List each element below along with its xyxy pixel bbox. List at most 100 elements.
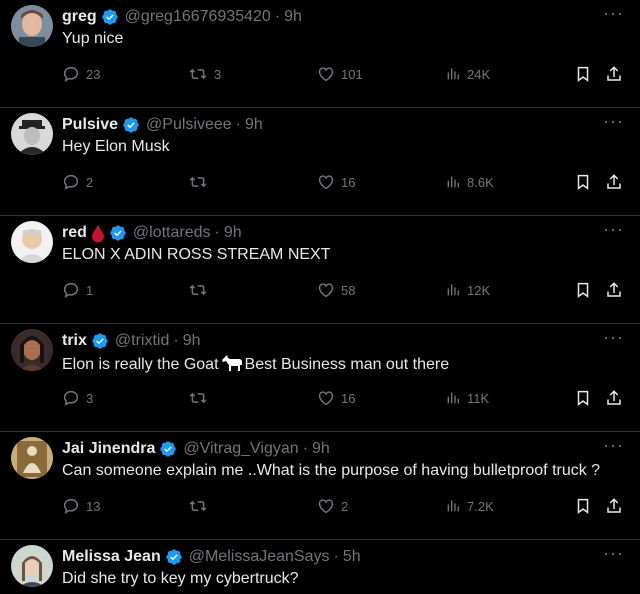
bookmark-icon bbox=[577, 282, 589, 298]
tweet[interactable]: red @lottareds · 9h ··· ELON X ADIN ROSS… bbox=[0, 216, 640, 324]
tweet-text: Yup nice bbox=[62, 30, 124, 47]
views-icon bbox=[447, 500, 459, 512]
tweet[interactable]: greg @greg16676935420 · 9h ··· Yup nice … bbox=[0, 0, 640, 108]
user-handle[interactable]: @trixtid bbox=[115, 332, 169, 350]
user-handle[interactable]: @Pulsiveee bbox=[146, 116, 232, 134]
blood-drop-icon bbox=[91, 224, 105, 242]
timestamp[interactable]: 9h bbox=[312, 440, 330, 458]
views-count: 8.6K bbox=[467, 174, 494, 190]
like-button[interactable]: 16 bbox=[317, 172, 355, 192]
verified-badge-icon bbox=[91, 332, 109, 350]
avatar[interactable] bbox=[11, 545, 53, 587]
more-icon[interactable]: ··· bbox=[603, 544, 624, 562]
views-count: 11K bbox=[467, 390, 490, 406]
tweet[interactable]: Melissa Jean @MelissaJeanSays · 5h ··· D… bbox=[0, 540, 640, 594]
retweet-icon bbox=[189, 500, 207, 512]
tweet-text: Did she try to key my cybertruck? bbox=[62, 570, 299, 587]
avatar[interactable] bbox=[11, 5, 53, 47]
retweet-button[interactable] bbox=[188, 280, 214, 300]
views-button[interactable]: 24K bbox=[445, 64, 490, 84]
share-button[interactable] bbox=[605, 280, 623, 300]
more-icon[interactable]: ··· bbox=[603, 436, 624, 454]
timestamp[interactable]: 9h bbox=[183, 332, 201, 350]
share-button[interactable] bbox=[605, 64, 623, 84]
tweet-text: ELON X ADIN ROSS STREAM NEXT bbox=[62, 246, 331, 263]
user-handle[interactable]: @greg16676935420 bbox=[125, 8, 271, 26]
timestamp[interactable]: 9h bbox=[284, 8, 302, 26]
timestamp[interactable]: 9h bbox=[245, 116, 263, 134]
share-button[interactable] bbox=[605, 496, 623, 516]
retweet-button[interactable] bbox=[188, 388, 214, 408]
share-button[interactable] bbox=[605, 388, 623, 408]
views-button[interactable]: 12K bbox=[445, 280, 490, 300]
reply-button[interactable]: 23 bbox=[62, 64, 100, 84]
reply-icon bbox=[63, 174, 79, 190]
share-icon bbox=[607, 282, 621, 297]
display-name[interactable]: red bbox=[62, 224, 87, 242]
reply-icon bbox=[63, 390, 79, 406]
tweet[interactable]: Pulsive @Pulsiveee · 9h ··· Hey Elon Mus… bbox=[0, 108, 640, 216]
retweet-count: 3 bbox=[214, 66, 222, 82]
tweet-header: greg @greg16676935420 · 9h bbox=[62, 6, 600, 28]
like-button[interactable]: 2 bbox=[317, 496, 348, 516]
separator: · bbox=[214, 224, 220, 241]
reply-button[interactable]: 3 bbox=[62, 388, 93, 408]
more-icon[interactable]: ··· bbox=[603, 220, 624, 238]
user-handle[interactable]: @lottareds bbox=[133, 224, 211, 242]
more-icon[interactable]: ··· bbox=[603, 112, 624, 130]
verified-badge-icon bbox=[101, 8, 119, 26]
display-name[interactable]: Pulsive bbox=[62, 116, 118, 134]
user-handle[interactable]: @MelissaJeanSays bbox=[189, 548, 330, 566]
views-button[interactable]: 8.6K bbox=[445, 172, 494, 192]
like-button[interactable]: 58 bbox=[317, 280, 355, 300]
views-button[interactable]: 7.2K bbox=[445, 496, 494, 516]
display-name[interactable]: Melissa Jean bbox=[62, 548, 161, 566]
retweet-button[interactable] bbox=[188, 496, 214, 516]
avatar[interactable] bbox=[11, 221, 53, 263]
views-button[interactable]: 11K bbox=[445, 388, 489, 408]
retweet-icon bbox=[189, 284, 207, 296]
avatar[interactable] bbox=[11, 437, 53, 479]
verified-badge-icon bbox=[122, 116, 140, 134]
avatar[interactable] bbox=[11, 113, 53, 155]
bookmark-button[interactable] bbox=[574, 64, 592, 84]
share-button[interactable] bbox=[605, 172, 623, 192]
display-name[interactable]: Jai Jinendra bbox=[62, 440, 155, 458]
like-button[interactable]: 16 bbox=[317, 388, 355, 408]
bookmark-button[interactable] bbox=[574, 280, 592, 300]
action-bar: 2 16 8.6K bbox=[62, 172, 628, 192]
timestamp[interactable]: 9h bbox=[224, 224, 242, 242]
reply-button[interactable]: 1 bbox=[62, 280, 93, 300]
more-icon[interactable]: ··· bbox=[603, 328, 624, 346]
retweet-button[interactable] bbox=[188, 172, 214, 192]
like-count: 16 bbox=[341, 390, 356, 406]
tweet-text: Elon is really the Goat Best Business man… bbox=[62, 354, 628, 377]
bookmark-icon bbox=[577, 498, 589, 514]
verified-badge-icon bbox=[159, 440, 177, 458]
views-icon bbox=[447, 176, 459, 188]
retweet-button[interactable]: 3 bbox=[188, 64, 221, 84]
like-button[interactable]: 101 bbox=[317, 64, 363, 84]
bookmark-icon bbox=[577, 390, 589, 406]
more-icon[interactable]: ··· bbox=[603, 4, 624, 22]
timestamp[interactable]: 5h bbox=[343, 548, 361, 566]
views-count: 12K bbox=[467, 282, 491, 298]
reply-icon bbox=[63, 282, 79, 298]
share-icon bbox=[607, 390, 621, 405]
bookmark-button[interactable] bbox=[574, 496, 592, 516]
display-name[interactable]: greg bbox=[62, 8, 97, 26]
reply-count: 13 bbox=[86, 498, 101, 514]
bookmark-button[interactable] bbox=[574, 388, 592, 408]
reply-button[interactable]: 13 bbox=[62, 496, 100, 516]
share-icon bbox=[607, 498, 621, 513]
bookmark-button[interactable] bbox=[574, 172, 592, 192]
like-count: 101 bbox=[341, 66, 363, 82]
tweet[interactable]: trix @trixtid · 9h ··· Elon is really th… bbox=[0, 324, 640, 432]
like-count: 58 bbox=[341, 282, 356, 298]
tweet[interactable]: Jai Jinendra @Vitrag_Vigyan · 9h ··· Can… bbox=[0, 432, 640, 540]
reply-button[interactable]: 2 bbox=[62, 172, 93, 192]
display-name[interactable]: trix bbox=[62, 332, 87, 350]
action-bar: 1 58 12K bbox=[62, 280, 628, 300]
user-handle[interactable]: @Vitrag_Vigyan bbox=[183, 440, 298, 458]
avatar[interactable] bbox=[11, 329, 53, 371]
